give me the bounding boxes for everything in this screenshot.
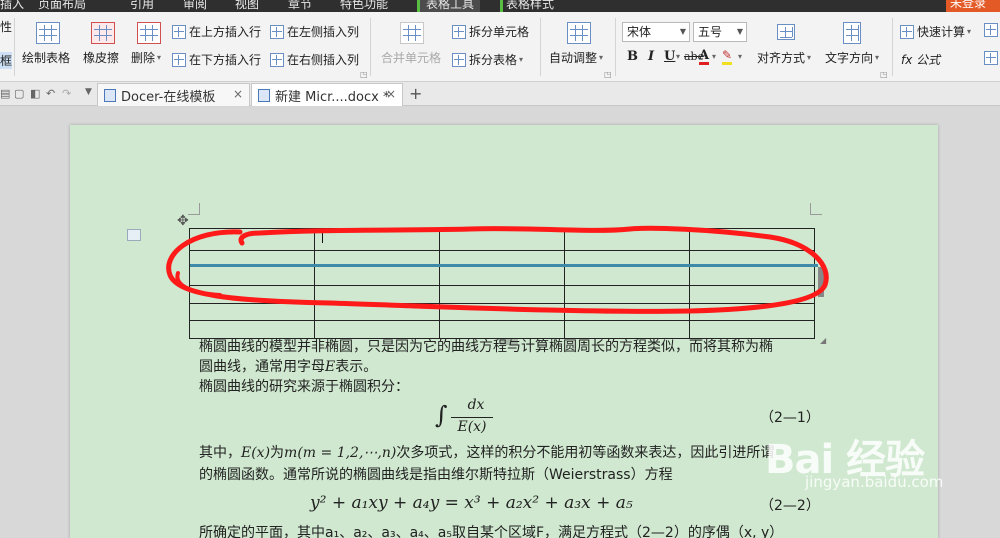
split-table-button[interactable]: 拆分表格 ▾ — [452, 51, 523, 68]
ribbon-partial-1[interactable]: 性 — [0, 18, 12, 35]
quick-calc-icon — [900, 24, 914, 39]
split-table-icon — [452, 52, 466, 67]
underline-dropdown-icon[interactable]: ▾ — [676, 52, 680, 61]
quick-access-dropdown-icon[interactable]: ▼ — [85, 87, 92, 97]
equation-label: （2—1） — [760, 410, 820, 426]
tab-table-tools[interactable]: 表格工具 — [417, 0, 481, 12]
new-tab-button[interactable]: + — [409, 84, 422, 103]
highlight-dropdown-icon[interactable]: ▾ — [738, 52, 742, 61]
tab-insert[interactable]: 插入 — [0, 0, 24, 12]
font-name-select[interactable]: 宋体 ▼ — [622, 22, 690, 42]
insert-row-below-icon — [172, 52, 186, 67]
bold-button[interactable]: B — [627, 49, 638, 64]
underline-button[interactable]: U — [664, 49, 675, 64]
align-button[interactable]: 对齐方式 ▾ — [757, 49, 811, 66]
draw-table-icon[interactable] — [36, 22, 60, 44]
draw-table-button[interactable]: 绘制表格 — [22, 49, 70, 66]
merge-cells-button[interactable]: 合并单元格 — [381, 49, 441, 66]
paragraph-line[interactable]: 椭圆曲线的研究来源于椭圆积分： — [199, 377, 819, 397]
close-tab-icon[interactable]: × — [233, 87, 243, 101]
merge-cells-icon — [400, 22, 424, 44]
paragraph-line[interactable]: 椭圆曲线的模型并非椭圆，只是因为它的曲线方程与计算椭圆周长的方程类似，而将其称为… — [199, 337, 819, 357]
insert-row-below-button[interactable]: 在下方插入行 — [172, 51, 261, 68]
delete-icon[interactable] — [137, 22, 161, 44]
tab-table-style[interactable]: 表格样式 — [500, 0, 554, 12]
tab-references[interactable]: 引用 — [130, 0, 154, 12]
baidu-watermark: Bai 经验 jingyan.baidu.com — [765, 437, 944, 491]
ribbon-toolbar: 性 框 绘制表格 橡皮擦 删除 ▾ 在上方插入行 在下方插入行 在左侧插入列 在右… — [0, 12, 1000, 82]
insert-col-left-button[interactable]: 在左侧插入列 — [270, 23, 359, 40]
eraser-button[interactable]: 橡皮擦 — [83, 49, 119, 66]
export-icon[interactable]: ◧ — [30, 87, 40, 100]
print-icon[interactable]: ▤ — [0, 87, 10, 100]
tab-special[interactable]: 特色功能 — [340, 0, 388, 12]
document-area[interactable]: ✥ ◢ 椭圆曲线的模型并非椭圆，只是因为它的曲线方程与计算椭圆周长的方程类似，而… — [0, 107, 1000, 538]
dialog-launcher-icon[interactable]: ◳ — [604, 70, 612, 79]
tab-view[interactable]: 视图 — [235, 0, 259, 12]
font-color-button[interactable]: A — [699, 49, 710, 65]
split-cells-icon — [452, 24, 466, 39]
insert-row-above-icon — [172, 24, 186, 39]
table-extra-icon[interactable] — [984, 23, 998, 37]
equation-label: （2—2） — [760, 498, 820, 514]
dialog-launcher-icon[interactable]: ◳ — [880, 70, 888, 79]
login-button[interactable]: 未登录 — [946, 0, 1000, 12]
docer-icon — [104, 88, 116, 102]
eraser-icon[interactable] — [91, 22, 115, 44]
paragraph-line[interactable]: 的椭圆函数。通常所说的椭圆曲线是指由维尔斯特拉斯（Weierstrass）方程 — [199, 465, 819, 485]
table-corner-handle-icon[interactable]: ◢ — [820, 336, 826, 345]
formula-button[interactable]: fx 公式 — [901, 51, 940, 68]
table-extra-icon-2[interactable] — [984, 51, 998, 65]
insert-col-right-button[interactable]: 在右侧插入列 — [270, 51, 359, 68]
font-color-dropdown-icon[interactable]: ▾ — [712, 52, 716, 61]
document-tabs-bar: ▤ ▢ ◧ ↶ ↷ ▼ Docer-在线模板 × 新建 Micr....docx… — [0, 82, 1000, 106]
quick-calc-button[interactable]: 快速计算 ▾ — [900, 23, 971, 40]
red-annotation-circle — [166, 225, 829, 314]
insert-row-above-button[interactable]: 在上方插入行 — [172, 23, 261, 40]
italic-button[interactable]: I — [648, 49, 654, 64]
auto-adjust-icon[interactable] — [567, 22, 591, 44]
align-icon[interactable] — [777, 24, 795, 40]
dialog-launcher-icon[interactable]: ◳ — [360, 70, 368, 79]
split-cells-button[interactable]: 拆分单元格 — [452, 23, 529, 40]
tab-page-layout[interactable]: 页面布局 — [38, 0, 86, 12]
auto-adjust-button[interactable]: 自动调整 ▾ — [549, 49, 603, 66]
weierstrass-equation[interactable]: y² + a₁xy + a₄y = x³ + a₂x² + a₃x + a₅ — [310, 493, 633, 513]
ribbon-partial-2[interactable]: 框 — [0, 52, 13, 69]
font-size-select[interactable]: 五号 ▼ — [693, 22, 747, 42]
insert-col-left-icon — [270, 24, 284, 39]
delete-button[interactable]: 删除 ▾ — [131, 49, 161, 66]
paragraph-line[interactable]: 其中，E(x)为m(m = 1,2,⋯,n)次多项式，这样的积分不能用初等函数来… — [199, 443, 819, 463]
print-preview-icon[interactable]: ▢ — [14, 87, 24, 100]
text-direction-icon[interactable] — [843, 22, 861, 44]
close-tab-icon[interactable]: × — [386, 87, 396, 101]
tab-review[interactable]: 审阅 — [183, 0, 207, 12]
undo-icon[interactable]: ↶ — [46, 87, 55, 100]
redo-icon[interactable]: ↷ — [62, 87, 71, 100]
menu-bar: 插入 页面布局 引用 审阅 视图 章节 特色功能 表格工具 表格样式 未登录 — [0, 0, 1000, 12]
insert-col-right-icon — [270, 52, 284, 67]
paragraph-line[interactable]: 所确定的平面，其中a₁、a₂、a₃、a₄、a₅取自某个区域F，满足方程式（2—2… — [199, 523, 819, 538]
paragraph-line[interactable]: 圆曲线，通常用字母E表示。 — [199, 357, 819, 377]
highlight-icon[interactable]: ✎ — [722, 48, 733, 65]
tab-chapter[interactable]: 章节 — [288, 0, 312, 12]
text-direction-button[interactable]: 文字方向 ▾ — [825, 49, 879, 66]
tab-docer-templates[interactable]: Docer-在线模板 × — [97, 83, 250, 106]
tab-new-document[interactable]: 新建 Micr....docx * × — [251, 83, 403, 106]
word-doc-icon — [258, 88, 270, 102]
